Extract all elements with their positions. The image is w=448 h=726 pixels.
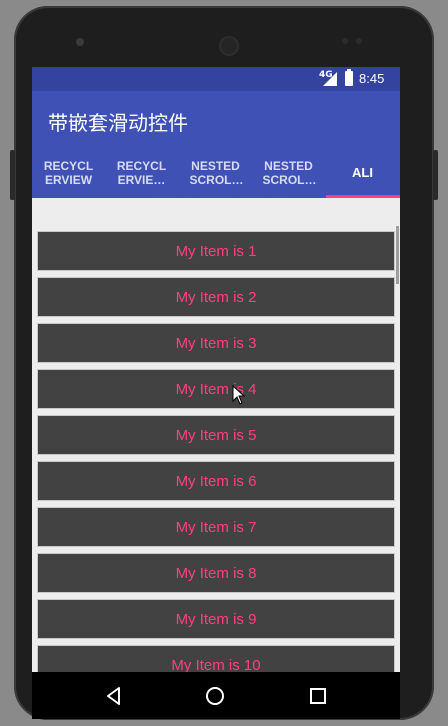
tab-label: NESTED SCROL…: [189, 159, 244, 187]
home-button[interactable]: [185, 672, 245, 719]
tab-indicator: [326, 195, 400, 198]
signal-icon: [323, 72, 337, 86]
home-icon: [206, 686, 224, 705]
list-item[interactable]: My Item is 3: [37, 323, 395, 363]
tab-label: ALI: [352, 165, 373, 180]
battery-icon: [345, 71, 353, 86]
navigation-bar: [32, 672, 400, 719]
screen: 4G 8:45 带嵌套滑动控件 RECYCL ERVIEW RECYCL ERV…: [32, 67, 400, 719]
list-item[interactable]: My Item is 2: [37, 277, 395, 317]
tab-label: NESTED SCROL…: [262, 159, 317, 187]
scrollbar[interactable]: [396, 226, 399, 284]
recents-button[interactable]: [288, 672, 348, 719]
list-item[interactable]: My Item is 10: [37, 645, 395, 672]
list-item[interactable]: My Item is 9: [37, 599, 395, 639]
back-icon: [107, 686, 120, 705]
item-list[interactable]: My Item is 1 My Item is 2 My Item is 3 M…: [32, 226, 400, 672]
sensor-icon: [342, 38, 348, 44]
status-bar: 4G 8:45: [32, 67, 400, 91]
list-item[interactable]: My Item is 5: [37, 415, 395, 455]
tab-label: RECYCL ERVIE…: [116, 159, 167, 187]
mouse-cursor-icon: [232, 385, 246, 405]
list-item[interactable]: My Item is 1: [37, 231, 395, 271]
recents-icon: [310, 687, 326, 704]
power-button: [433, 150, 438, 200]
list-item[interactable]: My Item is 4: [37, 369, 395, 409]
list-item[interactable]: My Item is 6: [37, 461, 395, 501]
front-camera-icon: [76, 38, 84, 46]
tab-label: RECYCL ERVIEW: [43, 159, 94, 187]
list-item[interactable]: My Item is 7: [37, 507, 395, 547]
sensor-icon: [356, 38, 362, 44]
back-button[interactable]: [84, 672, 144, 719]
page-title: 带嵌套滑动控件: [48, 111, 188, 135]
app-bar: 带嵌套滑动控件: [32, 91, 400, 148]
earpiece-icon: [219, 36, 239, 56]
volume-button: [10, 150, 15, 200]
clock: 8:45: [359, 71, 385, 86]
list-item[interactable]: My Item is 8: [37, 553, 395, 593]
